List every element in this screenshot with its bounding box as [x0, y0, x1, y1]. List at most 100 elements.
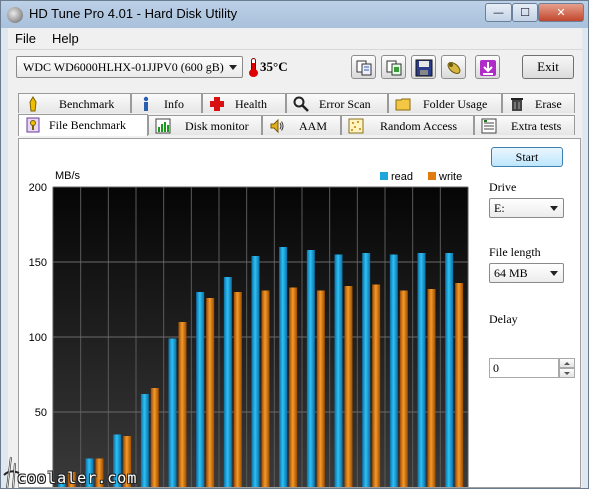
- bar-read: [445, 253, 454, 487]
- bar-write: [316, 290, 325, 487]
- bar-write: [344, 286, 353, 487]
- file-benchmark-icon: [26, 117, 40, 133]
- maximize-button[interactable]: ☐: [512, 3, 538, 22]
- drive-select-value: WDC WD6000HLHX-01JJPV0 (600 gB): [23, 60, 224, 74]
- bar-write: [399, 290, 408, 487]
- y-tick-label: 50: [35, 407, 47, 419]
- tab-health-label: Health: [235, 97, 267, 111]
- spin-down-button[interactable]: [559, 368, 575, 378]
- y-axis-label: MB/s: [55, 170, 81, 182]
- client-area: File Help WDC WD6000HLHX-01JJPV0 (600 gB…: [8, 28, 582, 493]
- disk-monitor-icon: [155, 118, 171, 134]
- tab-file-benchmark[interactable]: File Benchmark: [18, 114, 148, 136]
- tab-aam[interactable]: AAM: [262, 115, 341, 135]
- bar-read: [334, 254, 343, 487]
- tab-random-access-label: Random Access: [380, 119, 457, 133]
- chevron-down-icon: [550, 206, 558, 211]
- file-length-combo[interactable]: 64 MB: [489, 263, 564, 283]
- thermometer-icon: [249, 58, 258, 77]
- legend-label-read: read: [391, 171, 413, 183]
- tab-info[interactable]: Info: [131, 93, 202, 113]
- app-icon: [7, 7, 23, 23]
- delay-value: 0: [493, 361, 499, 375]
- chart-svg: 50100150200MB/sreadwrite0.51248163264128…: [29, 170, 469, 493]
- bar-read: [251, 256, 260, 487]
- bar-write: [427, 289, 436, 487]
- copy-info-button[interactable]: [351, 55, 376, 79]
- start-button[interactable]: Start: [491, 147, 563, 167]
- file-length-label: File length: [489, 245, 541, 259]
- file-benchmark-panel: 50100150200MB/sreadwrite0.51248163264128…: [18, 138, 581, 493]
- tab-folder-usage-label: Folder Usage: [423, 97, 488, 111]
- download-button[interactable]: [475, 55, 500, 79]
- bar-read: [389, 254, 398, 487]
- tab-error-scan-label: Error Scan: [319, 97, 371, 111]
- watermark: coolaler.com: [1, 449, 161, 490]
- temperature-readout: 35°C: [260, 59, 288, 74]
- folder-icon: [395, 98, 411, 111]
- menu-help[interactable]: Help: [52, 31, 79, 46]
- delay-label: Delay: [489, 312, 518, 326]
- exit-button[interactable]: Exit: [522, 55, 574, 79]
- drive-label: Drive: [489, 180, 517, 194]
- tab-random-access[interactable]: Random Access: [341, 115, 474, 135]
- tab-health[interactable]: Health: [202, 93, 286, 113]
- info-icon: [143, 96, 149, 111]
- legend-swatch-write: [428, 172, 436, 180]
- bar-read: [168, 338, 177, 487]
- tab-benchmark[interactable]: Benchmark: [18, 93, 131, 113]
- benchmark-icon: [29, 96, 37, 112]
- tab-aam-label: AAM: [299, 119, 328, 133]
- menu-bar: File Help: [8, 28, 582, 48]
- tab-disk-monitor-label: Disk monitor: [185, 119, 249, 133]
- tab-extra-tests-label: Extra tests: [511, 119, 562, 133]
- bar-read: [306, 250, 315, 487]
- bar-read: [196, 292, 205, 487]
- bar-write: [233, 292, 242, 487]
- random-access-icon: [348, 118, 364, 134]
- tab-disk-monitor[interactable]: Disk monitor: [148, 115, 262, 135]
- title-bar[interactable]: HD Tune Pro 4.01 - Hard Disk Utility — ☐…: [1, 1, 588, 28]
- tab-file-benchmark-label: File Benchmark: [49, 118, 126, 132]
- save-icon: [415, 59, 433, 77]
- window-title: HD Tune Pro 4.01 - Hard Disk Utility: [29, 6, 238, 21]
- error-scan-icon: [293, 96, 309, 112]
- delay-input[interactable]: 0: [489, 358, 559, 378]
- extra-tests-icon: [481, 118, 497, 134]
- copy-screen-icon: [386, 60, 402, 76]
- watermark-text: coolaler.com: [17, 469, 138, 487]
- options-button[interactable]: [441, 55, 466, 79]
- drive-select[interactable]: WDC WD6000HLHX-01JJPV0 (600 gB): [16, 56, 243, 78]
- chevron-down-icon: [229, 65, 237, 70]
- save-button[interactable]: [411, 55, 436, 79]
- tab-extra-tests[interactable]: Extra tests: [474, 115, 575, 135]
- bar-read: [223, 277, 232, 487]
- tab-erase-label: Erase: [535, 97, 562, 111]
- menu-file[interactable]: File: [15, 31, 36, 46]
- copy-screenshot-button[interactable]: [381, 55, 406, 79]
- benchmark-chart: 50100150200MB/sreadwrite0.51248163264128…: [19, 141, 481, 493]
- file-length-value: 64 MB: [494, 266, 528, 280]
- close-button[interactable]: ✕: [538, 3, 584, 22]
- download-icon: [480, 60, 496, 76]
- bar-read: [417, 253, 426, 487]
- bar-write: [372, 284, 381, 487]
- delay-spinner: [559, 358, 575, 378]
- minimize-button[interactable]: —: [485, 3, 512, 22]
- health-icon: [210, 97, 224, 111]
- copy-info-icon: [356, 60, 372, 76]
- tab-error-scan[interactable]: Error Scan: [286, 93, 388, 113]
- drive-combo-value: E:: [494, 201, 505, 215]
- bar-write: [206, 298, 215, 487]
- erase-icon: [511, 98, 523, 111]
- toolbar-divider: [8, 49, 582, 50]
- drive-combo[interactable]: E:: [489, 198, 564, 218]
- spin-up-button[interactable]: [559, 358, 575, 368]
- y-tick-label: 100: [29, 332, 47, 344]
- tab-folder-usage[interactable]: Folder Usage: [388, 93, 502, 113]
- speaker-icon: [270, 118, 284, 134]
- app-window: HD Tune Pro 4.01 - Hard Disk Utility — ☐…: [0, 0, 589, 493]
- bar-read: [362, 253, 371, 487]
- options-icon: [447, 62, 461, 74]
- tab-erase[interactable]: Erase: [502, 93, 575, 113]
